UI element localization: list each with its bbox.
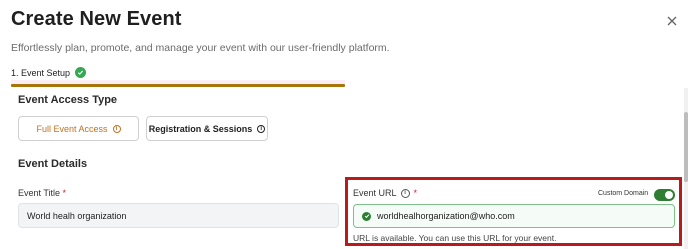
custom-domain-label: Custom Domain [598,190,649,197]
toggle-knob [665,191,673,199]
url-status-message: URL is available. You can use this URL f… [353,233,557,243]
step-indicator: 1. Event Setup [11,67,87,78]
step-progress-bar [11,84,345,87]
check-circle-icon [362,211,371,221]
full-event-access-label: Full Event Access [36,123,108,134]
event-url-value: worldhealhorganization@who.com [377,211,515,221]
close-button[interactable] [664,13,680,29]
registration-sessions-button[interactable]: Registration & Sessions i [146,116,268,141]
required-mark: * [413,188,418,198]
info-icon: i [257,124,266,133]
scrollbar-thumb[interactable] [684,112,688,182]
event-url-label: Event URL i * [353,188,418,198]
page-title: Create New Event [11,8,182,30]
event-title-label: Event Title * [18,188,67,198]
required-mark: * [62,188,67,198]
page-subtitle: Effortlessly plan, promote, and manage y… [11,42,390,54]
event-title-input[interactable]: World healh organization [18,203,339,228]
info-icon: i [112,124,121,133]
step-label: 1. Event Setup [11,67,71,78]
close-icon[interactable] [664,13,680,29]
event-details-heading: Event Details [18,158,88,170]
event-url-input[interactable]: worldhealhorganization@who.com [353,204,675,228]
event-access-heading: Event Access Type [18,94,118,106]
full-event-access-button[interactable]: Full Event Access i [18,116,139,141]
check-circle-icon [75,67,87,78]
custom-domain-toggle[interactable] [654,189,675,201]
info-icon[interactable]: i [400,188,410,198]
registration-sessions-label: Registration & Sessions [148,123,253,134]
